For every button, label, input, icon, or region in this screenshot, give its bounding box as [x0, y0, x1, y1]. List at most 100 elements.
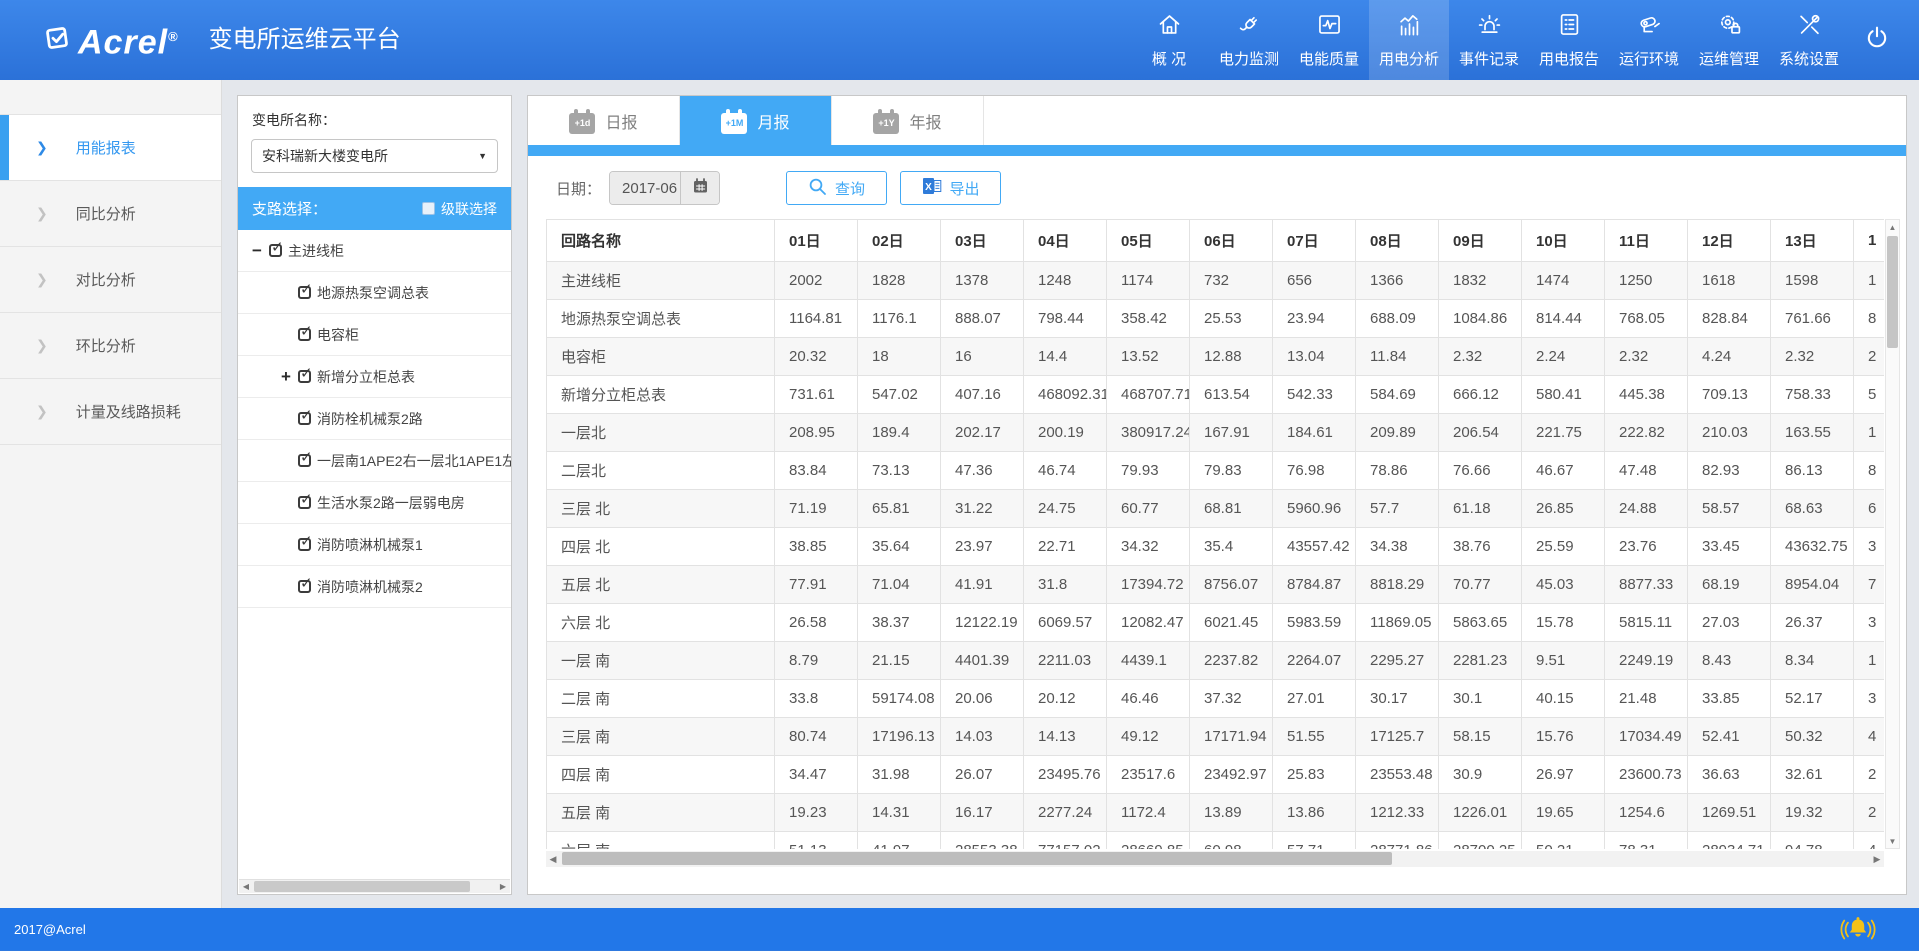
nav-item-8[interactable]: 运维管理 [1689, 0, 1769, 80]
value-cell: 26.07 [941, 756, 1024, 794]
table-horizontal-scrollbar[interactable]: ◀ ▶ [546, 851, 1884, 867]
tree-item[interactable]: 消防喷淋机械泵1 [238, 524, 511, 566]
sidebar-item-2[interactable]: ❯同比分析 [0, 181, 221, 247]
value-cell-clipped: 6 [1854, 490, 1885, 528]
expand-icon[interactable]: + [281, 368, 298, 385]
power-button[interactable] [1849, 0, 1905, 80]
tree-item-label: 新增分立柜总表 [317, 367, 415, 387]
value-cell: 4401.39 [941, 642, 1024, 680]
tab-daily-report[interactable]: +1d 日报 [528, 96, 680, 145]
table-row: 电容柜20.32181614.413.5212.8813.0411.842.32… [547, 338, 1885, 376]
nav-item-7[interactable]: 运行环境 [1609, 0, 1689, 80]
sidebar-item-4[interactable]: ❯环比分析 [0, 313, 221, 379]
cascade-checkbox[interactable] [422, 202, 435, 215]
checked-checkbox-icon[interactable] [298, 496, 311, 509]
nav-item-2[interactable]: 电力监测 [1209, 0, 1289, 80]
tree-item[interactable]: 生活水泵2路一层弱电房 [238, 482, 511, 524]
scrollbar-thumb[interactable] [254, 881, 470, 892]
value-cell: 468707.71 [1107, 376, 1190, 414]
scrollbar-thumb[interactable] [562, 852, 1392, 865]
checked-checkbox-icon[interactable] [298, 286, 311, 299]
value-cell: 23553.48 [1356, 756, 1439, 794]
tree-item[interactable]: 消防栓机械泵2路 [238, 398, 511, 440]
value-cell: 17034.49 [1605, 718, 1688, 756]
table-row: 六层 南51.1341.9728553.3877157.0228669.8560… [547, 832, 1885, 850]
branch-select-label: 支路选择： [252, 198, 327, 219]
date-picker-button[interactable] [680, 172, 719, 204]
tree-horizontal-scrollbar[interactable]: ◀ ▶ [239, 879, 510, 893]
nav-item-label: 概 况 [1152, 48, 1186, 69]
value-cell: 688.09 [1356, 300, 1439, 338]
checked-checkbox-icon[interactable] [298, 580, 311, 593]
value-cell: 36.63 [1688, 756, 1771, 794]
scrollbar-thumb[interactable] [1887, 236, 1898, 348]
date-input[interactable]: 2017-06 [610, 172, 680, 204]
nav-item-1[interactable]: 概 况 [1129, 0, 1209, 80]
nav-item-6[interactable]: 用电报告 [1529, 0, 1609, 80]
tree-item[interactable]: 一层南1APE2右一层北1APE1左 [238, 440, 511, 482]
scroll-up-arrow[interactable]: ▲ [1886, 220, 1899, 234]
column-header-day: 09日 [1439, 220, 1522, 262]
scroll-right-arrow[interactable]: ▶ [496, 880, 510, 893]
checked-checkbox-icon[interactable] [298, 328, 311, 341]
nav-item-3[interactable]: 电能质量 [1289, 0, 1369, 80]
value-cell-clipped: 2 [1854, 794, 1885, 832]
value-cell: 167.91 [1190, 414, 1273, 452]
tree-item[interactable]: −主进线柜 [238, 230, 511, 272]
notification-bell-icon[interactable] [1839, 912, 1877, 951]
scroll-down-arrow[interactable]: ▼ [1886, 834, 1899, 848]
value-cell: 8756.07 [1190, 566, 1273, 604]
checked-checkbox-icon[interactable] [298, 454, 311, 467]
value-cell: 28669.85 [1107, 832, 1190, 850]
table-vertical-scrollbar[interactable]: ▲ ▼ [1885, 219, 1900, 849]
value-cell: 51.55 [1273, 718, 1356, 756]
tree-item[interactable]: + 新增分立柜总表 [238, 356, 511, 398]
copyright-text: 2017@Acrel [14, 922, 86, 937]
value-cell: 30.1 [1439, 680, 1522, 718]
sidebar-item-3[interactable]: ❯对比分析 [0, 247, 221, 313]
value-cell: 8877.33 [1605, 566, 1688, 604]
tree-item[interactable]: 地源热泵空调总表 [238, 272, 511, 314]
collapse-icon[interactable]: − [252, 242, 269, 259]
tree-item[interactable]: 消防喷淋机械泵2 [238, 566, 511, 608]
sidebar-item-1[interactable]: ❯用能报表 [0, 115, 221, 181]
value-cell-clipped: 4 [1854, 718, 1885, 756]
circuit-name-cell: 四层 北 [547, 528, 775, 566]
sidebar-item-5[interactable]: ❯计量及线路损耗 [0, 379, 221, 445]
scroll-left-arrow[interactable]: ◀ [239, 880, 253, 893]
checked-checkbox-icon[interactable] [269, 244, 282, 257]
value-cell: 23495.76 [1024, 756, 1107, 794]
calendar-icon [691, 177, 710, 200]
checked-checkbox-icon[interactable] [298, 412, 311, 425]
value-cell: 57.71 [1273, 832, 1356, 850]
station-select[interactable]: 安科瑞新大楼变电所 ▼ [251, 139, 498, 173]
acrel-logo-icon [42, 23, 72, 58]
value-cell: 26.97 [1522, 756, 1605, 794]
checked-checkbox-icon[interactable] [298, 370, 311, 383]
cascade-select-toggle[interactable]: 级联选择 [422, 199, 497, 219]
tree-item[interactable]: 电容柜 [238, 314, 511, 356]
scroll-left-arrow[interactable]: ◀ [546, 851, 560, 867]
export-button[interactable]: X 导出 [900, 171, 1001, 205]
checked-checkbox-icon[interactable] [298, 538, 311, 551]
nav-item-label: 事件记录 [1459, 48, 1519, 69]
nav-item-4[interactable]: 用电分析 [1369, 0, 1449, 80]
tab-label: 年报 [909, 109, 941, 133]
value-cell: 2277.24 [1024, 794, 1107, 832]
circuit-name-cell: 五层 北 [547, 566, 775, 604]
value-cell: 20.06 [941, 680, 1024, 718]
scroll-right-arrow[interactable]: ▶ [1870, 851, 1884, 867]
value-cell-clipped: 1 [1854, 642, 1885, 680]
nav-item-9[interactable]: 系统设置 [1769, 0, 1849, 80]
value-cell: 22.71 [1024, 528, 1107, 566]
value-cell: 27.03 [1688, 604, 1771, 642]
chevron-right-icon: ❯ [36, 205, 48, 222]
tab-yearly-report[interactable]: +1Y 年报 [832, 96, 984, 145]
tab-monthly-report[interactable]: +1M 月报 [680, 96, 832, 145]
query-button[interactable]: 查询 [786, 171, 887, 205]
value-cell: 13.04 [1273, 338, 1356, 376]
value-cell: 13.89 [1190, 794, 1273, 832]
nav-item-5[interactable]: 事件记录 [1449, 0, 1529, 80]
table-row: 地源热泵空调总表1164.811176.1888.07798.44358.422… [547, 300, 1885, 338]
calendar-year-icon: +1Y [873, 113, 899, 134]
